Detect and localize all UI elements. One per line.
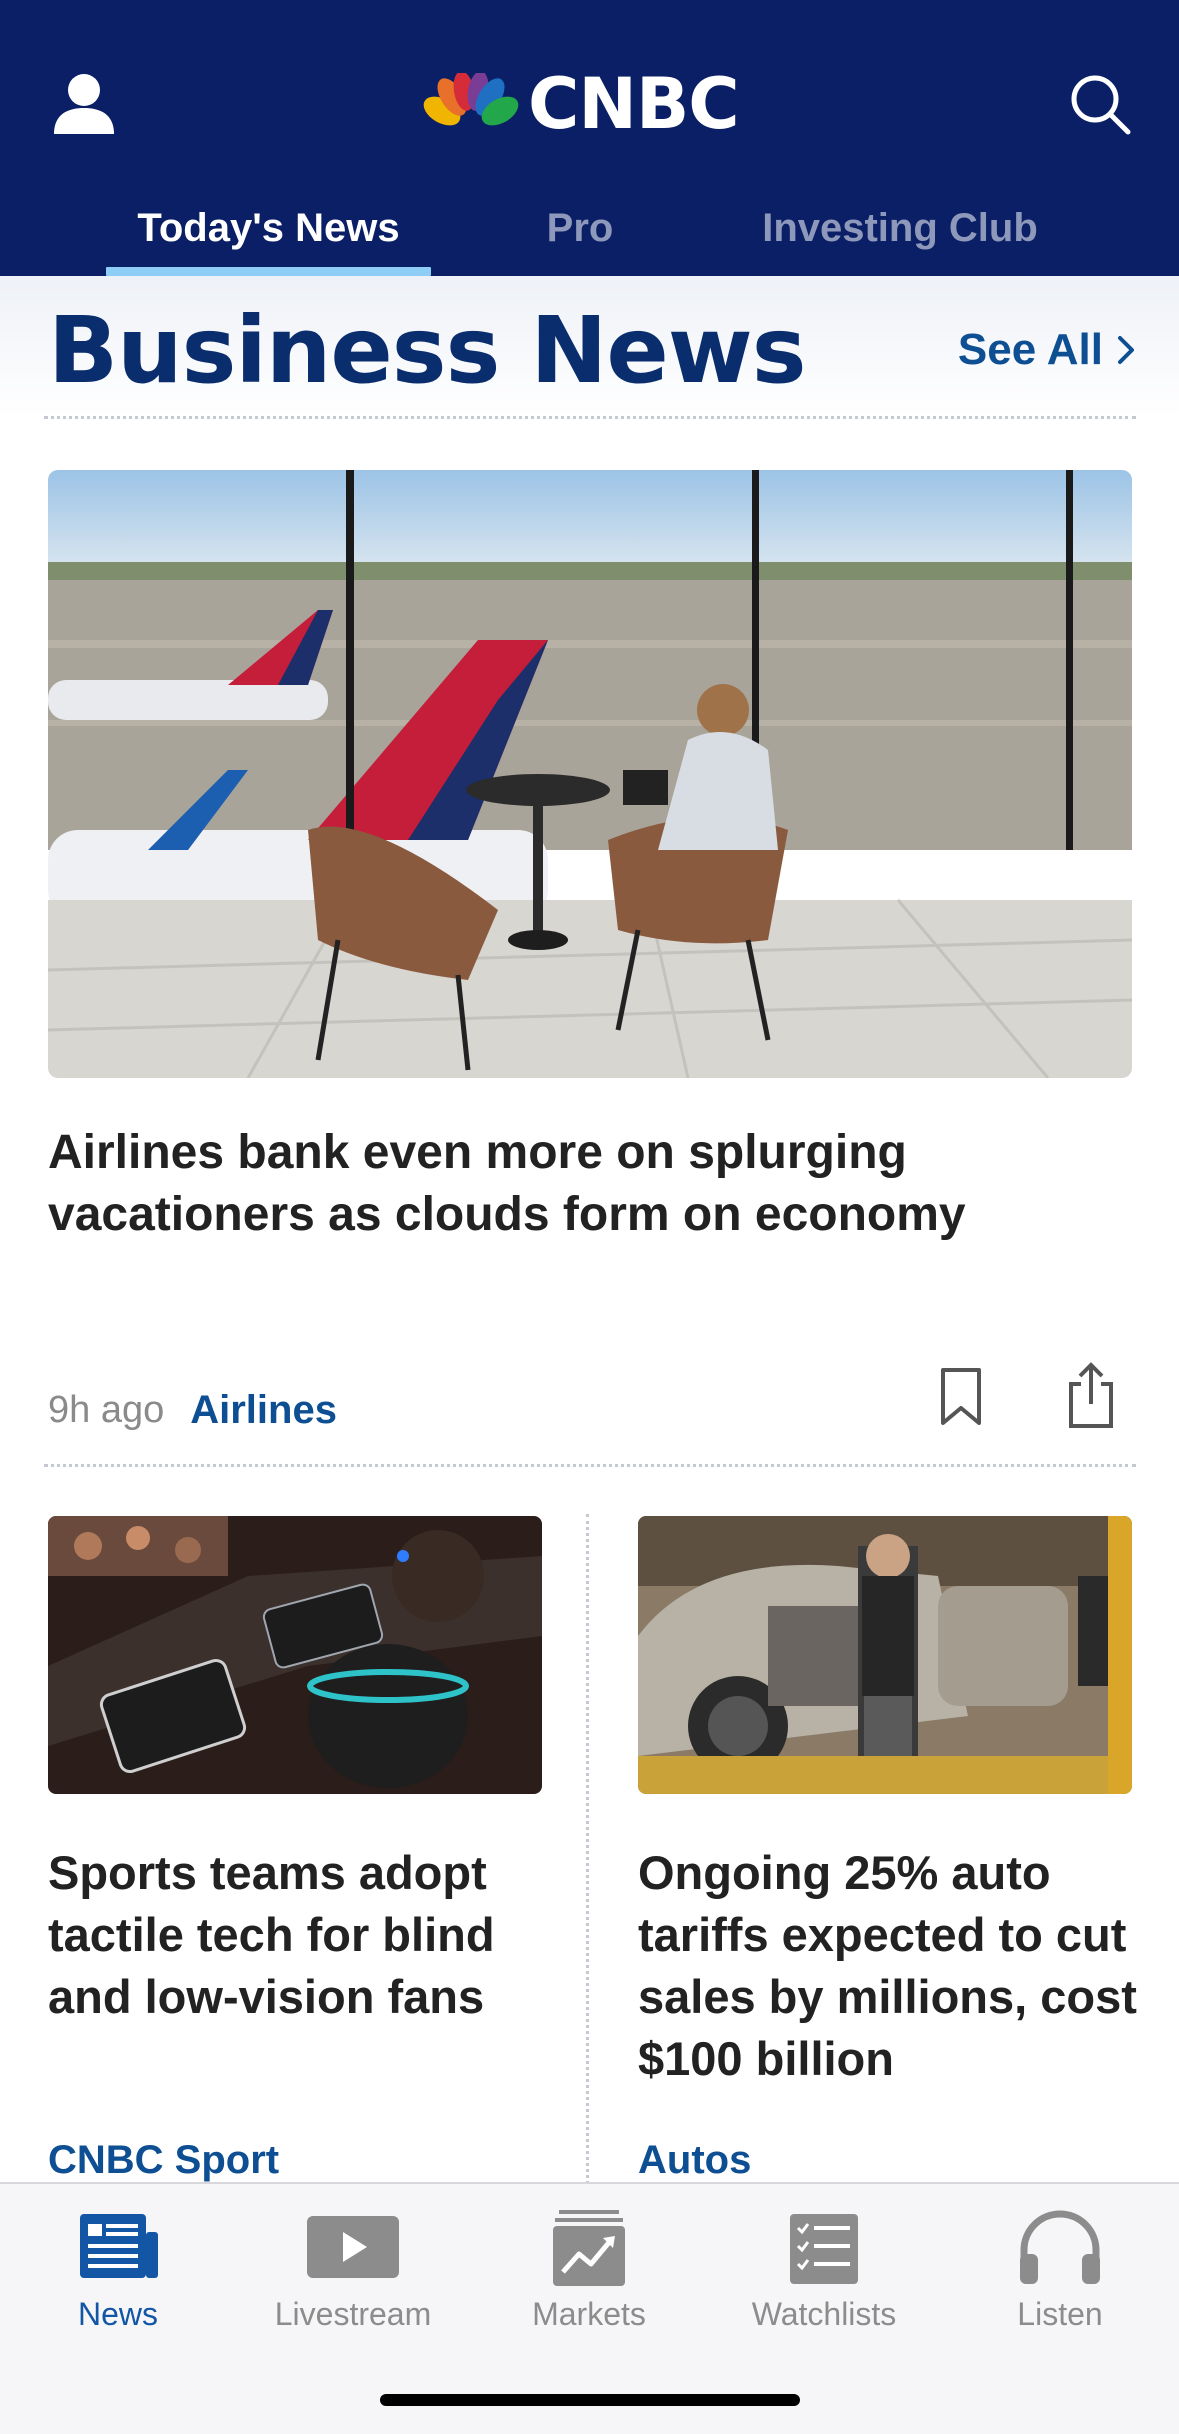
bottom-navigation: News Livestream Markets Watchlists Liste… bbox=[0, 2182, 1179, 2434]
card-headline[interactable]: Ongoing 25% auto tariffs expected to cut… bbox=[638, 1842, 1138, 2090]
top-tabs: Today's News Pro Investing Club bbox=[0, 190, 1179, 276]
tactile-device-photo bbox=[48, 1516, 542, 1794]
card-headline[interactable]: Sports teams adopt tactile tech for blin… bbox=[48, 1842, 548, 2028]
profile-icon[interactable] bbox=[50, 70, 118, 138]
hero-meta: 9h ago Airlines bbox=[48, 1380, 337, 1440]
list-icon bbox=[774, 2208, 874, 2288]
hero-headline[interactable]: Airlines bank even more on splurging vac… bbox=[48, 1122, 1108, 1246]
chevron-right-icon bbox=[1118, 336, 1134, 364]
active-tab-indicator bbox=[106, 267, 431, 276]
nav-item-livestream[interactable]: Livestream bbox=[253, 2208, 453, 2338]
nav-item-news[interactable]: News bbox=[18, 2208, 218, 2338]
peacock-icon bbox=[420, 73, 520, 135]
headphones-icon bbox=[1010, 2208, 1110, 2288]
nav-label: Watchlists bbox=[751, 2296, 897, 2332]
hero-image[interactable] bbox=[48, 470, 1132, 1078]
divider bbox=[44, 1464, 1136, 1467]
tab-todays-news[interactable]: Today's News bbox=[106, 198, 431, 258]
divider bbox=[44, 416, 1136, 419]
card-image[interactable] bbox=[48, 1516, 542, 1794]
card-image[interactable] bbox=[638, 1516, 1132, 1794]
search-icon[interactable] bbox=[1068, 72, 1132, 136]
cnbc-logo: CNBC bbox=[420, 63, 740, 145]
bookmark-icon[interactable] bbox=[938, 1366, 984, 1428]
tab-pro[interactable]: Pro bbox=[520, 198, 640, 258]
see-all-link[interactable]: See All bbox=[958, 320, 1135, 380]
home-indicator bbox=[380, 2394, 800, 2406]
auto-factory-photo bbox=[638, 1516, 1132, 1794]
nav-item-listen[interactable]: Listen bbox=[960, 2208, 1160, 2338]
nav-item-markets[interactable]: Markets bbox=[489, 2208, 689, 2338]
nav-item-watchlists[interactable]: Watchlists bbox=[724, 2208, 924, 2338]
news-icon bbox=[68, 2208, 168, 2288]
play-icon bbox=[303, 2208, 403, 2288]
tab-investing-club[interactable]: Investing Club bbox=[740, 198, 1060, 258]
markets-chart-icon bbox=[539, 2208, 639, 2288]
section-header: Business News See All bbox=[0, 276, 1179, 418]
nav-label: News bbox=[77, 2296, 158, 2332]
see-all-label: See All bbox=[957, 325, 1103, 374]
app-header: CNBC Today's News Pro Investing Club bbox=[0, 0, 1179, 276]
nav-label: Listen bbox=[1017, 2296, 1103, 2332]
hero-time: 9h ago bbox=[48, 1388, 165, 1431]
share-icon[interactable] bbox=[1066, 1362, 1116, 1430]
card-tag-link[interactable]: Autos bbox=[638, 2138, 751, 2183]
nav-label: Markets bbox=[532, 2296, 646, 2332]
logo-text: CNBC bbox=[528, 63, 740, 145]
section-title: Business News bbox=[48, 297, 806, 404]
hero-tag-link[interactable]: Airlines bbox=[190, 1388, 337, 1433]
airport-lounge-photo bbox=[48, 470, 1132, 1078]
nav-label: Livestream bbox=[274, 2296, 432, 2332]
card-tag-link[interactable]: CNBC Sport bbox=[48, 2138, 279, 2183]
column-divider bbox=[586, 1514, 589, 2184]
